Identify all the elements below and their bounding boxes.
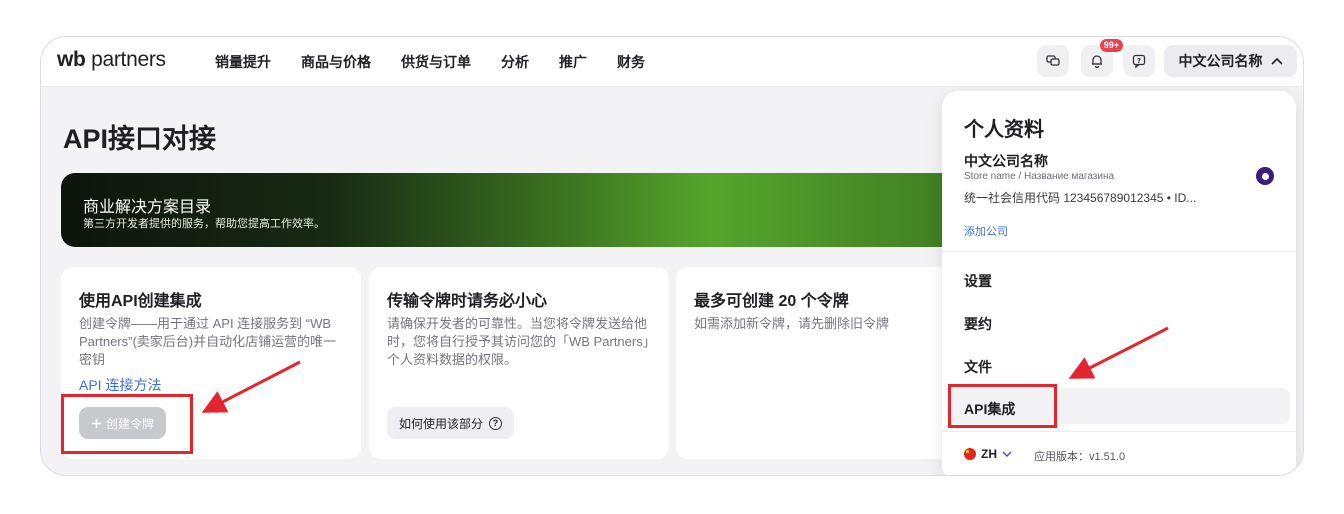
annotation-arrow-api-integration	[1068, 326, 1169, 379]
annotation-arrow-create-token	[201, 360, 301, 413]
annotation-arrows	[201, 326, 1169, 413]
